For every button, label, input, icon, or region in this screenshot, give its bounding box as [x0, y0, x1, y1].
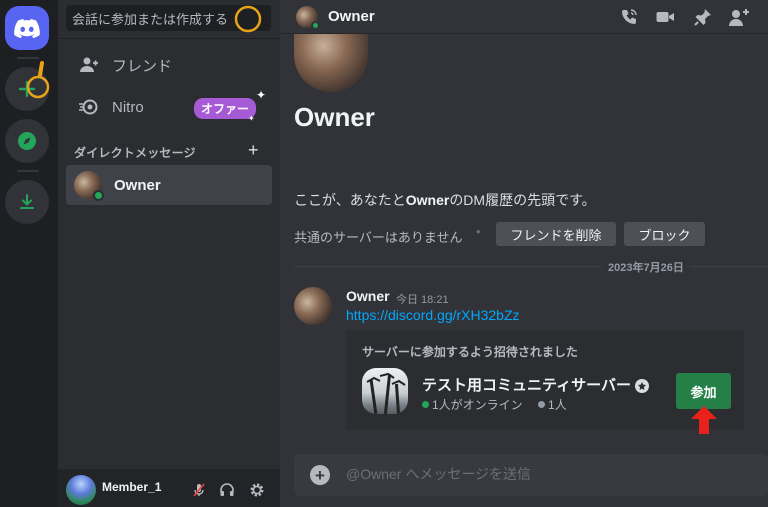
dm-item-name: Owner	[114, 176, 161, 194]
sidebar-item-label: Nitro	[112, 98, 144, 116]
online-status-dot	[93, 190, 104, 201]
explore-servers-button[interactable]	[5, 119, 49, 163]
avatar	[296, 6, 320, 30]
profile-name: Owner	[294, 102, 375, 132]
message-author[interactable]: Owner	[346, 288, 390, 304]
download-icon	[20, 194, 34, 209]
members-dot-icon	[538, 401, 546, 408]
online-status-dot	[311, 21, 320, 30]
dm-section-header: ダイレクトメッセージ	[74, 146, 196, 160]
discord-logo-icon	[14, 19, 40, 38]
offer-badge: オファー	[194, 98, 257, 119]
gear-icon	[250, 483, 264, 497]
invite-server-name: テスト用コミュニティサーバー	[422, 374, 649, 395]
invite-embed: サーバーに参加するよう招待されました テスト用コミュニティサーバー 1人がオンラ…	[346, 330, 744, 430]
invite-member-counts: 1人がオンライン 1人	[422, 396, 567, 413]
remove-friend-button[interactable]: フレンドを削除	[496, 222, 616, 246]
date-divider-line	[294, 266, 768, 267]
arrow-up-icon	[691, 406, 717, 434]
separator-dot: •	[476, 224, 481, 239]
phone-icon	[622, 9, 637, 24]
download-apps-button[interactable]	[5, 180, 49, 224]
rail-separator	[17, 57, 39, 59]
chat-title: Owner	[328, 8, 375, 25]
chat-header: Owner	[280, 0, 768, 34]
sparkle-icon: ✦	[256, 88, 267, 102]
block-button[interactable]: ブロック	[624, 222, 705, 246]
headphones-icon	[220, 483, 234, 496]
pin-icon	[694, 9, 711, 26]
user-name: Member_1	[102, 480, 162, 494]
intro-suffix: のDM履歴の先頭です。	[449, 192, 596, 208]
video-call-button[interactable]	[654, 6, 676, 28]
add-friends-to-dm-button[interactable]	[728, 6, 750, 28]
user-panel: Member_1	[58, 469, 280, 507]
attach-plus-button[interactable]: +	[310, 465, 330, 485]
server-name-text: テスト用コミュニティサーバー	[422, 377, 631, 394]
sidebar-item-friends[interactable]: フレンド	[66, 46, 272, 84]
date-divider: 2023年7月26日	[602, 259, 690, 275]
dm-item-owner[interactable]: Owner	[66, 165, 272, 205]
pinned-messages-button[interactable]	[692, 6, 714, 28]
dm-sidebar: 会話に参加または作成する フレンド Nitro オファー ✦ ✦ ダイレクトメッ…	[58, 0, 280, 507]
discord-home-button[interactable]	[5, 6, 49, 50]
highlight-marker-icon	[26, 61, 50, 99]
voice-call-button[interactable]	[618, 6, 640, 28]
online-count: 1人がオンライン	[432, 398, 523, 412]
user-avatar[interactable]	[66, 475, 96, 505]
microphone-muted-icon	[193, 483, 205, 497]
nitro-icon	[79, 99, 98, 115]
deafen-button[interactable]	[218, 481, 236, 499]
divider	[58, 38, 280, 39]
member-count: 1人	[548, 398, 567, 412]
user-settings-button[interactable]	[248, 481, 266, 499]
message-composer: +	[294, 454, 768, 496]
online-dot-icon	[422, 401, 429, 408]
message-avatar[interactable]	[294, 287, 332, 325]
add-user-icon	[729, 9, 749, 26]
server-rail	[0, 0, 58, 507]
compass-icon	[18, 132, 36, 150]
verified-badge-icon	[634, 379, 649, 393]
create-dm-button[interactable]: +	[248, 140, 259, 161]
intro-name: Owner	[405, 192, 450, 208]
sparkle-icon: ✦	[248, 114, 255, 123]
invite-heading: サーバーに参加するよう招待されました	[362, 345, 578, 359]
palm-leaves-icon	[366, 372, 406, 386]
intro-prefix: ここが、あなたと	[294, 192, 406, 208]
invite-link[interactable]: https://discord.gg/rXH32bZz	[346, 307, 520, 323]
avatar	[74, 171, 104, 201]
message-input[interactable]	[346, 466, 746, 482]
rail-separator-2	[17, 170, 39, 172]
highlight-circle-icon	[234, 5, 262, 33]
profile-avatar	[294, 26, 368, 92]
message-timestamp: 今日 18:21	[396, 294, 449, 306]
video-camera-icon	[656, 12, 674, 22]
sidebar-item-label: フレンド	[112, 57, 173, 75]
mute-button[interactable]	[190, 481, 208, 499]
dm-intro-text: ここが、あなたとOwnerのDM履歴の先頭です。	[294, 190, 596, 210]
server-icon	[362, 368, 408, 414]
mutual-servers-text: 共通のサーバーはありません	[294, 230, 463, 245]
friends-icon	[80, 57, 98, 72]
join-server-button[interactable]: 参加	[676, 373, 731, 409]
